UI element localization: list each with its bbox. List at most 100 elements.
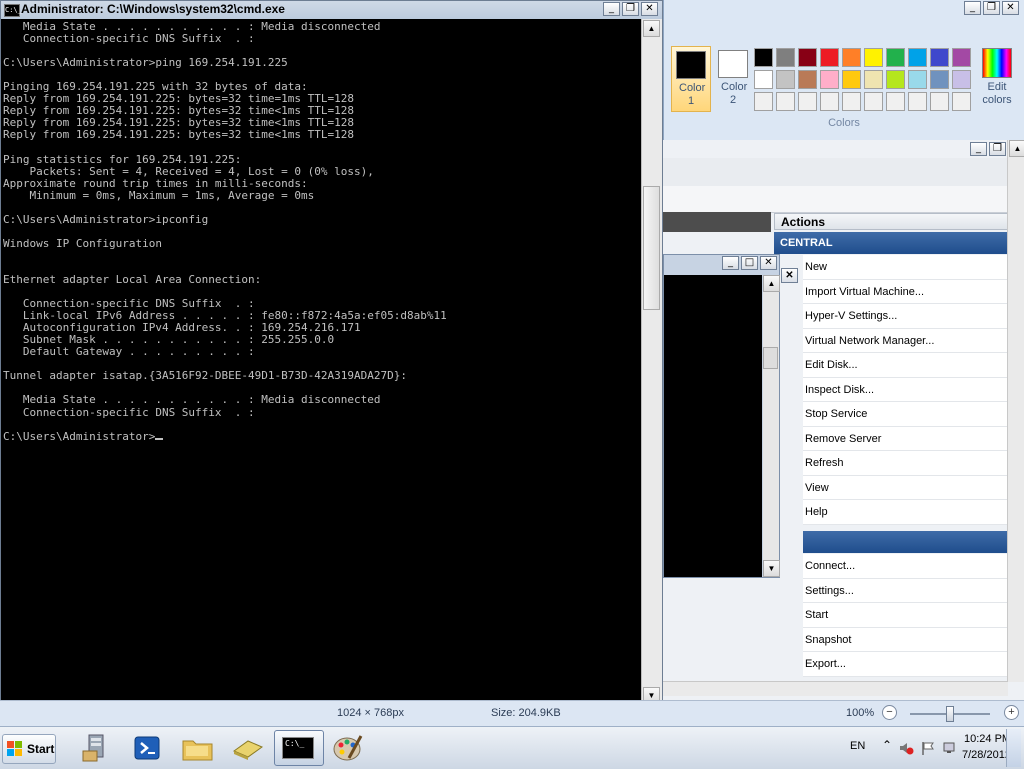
action-item[interactable]: Connect... <box>803 554 1008 579</box>
palette-swatch[interactable] <box>864 70 883 89</box>
action-item[interactable]: Hyper-V Settings... <box>803 304 1008 329</box>
action-item[interactable]: View <box>803 476 1008 500</box>
system-tray: EN ⌃ 10:24 PM 7/28/2012 <box>824 727 1024 769</box>
volume-muted-icon[interactable] <box>898 740 914 756</box>
scroll-down-button[interactable]: ▼ <box>763 560 780 577</box>
palette-swatch[interactable] <box>930 92 949 111</box>
minimize-button[interactable]: _ <box>722 256 739 270</box>
scroll-thumb[interactable] <box>643 186 660 310</box>
color2-selector[interactable]: Color 2 <box>713 46 753 112</box>
cmd-title-bar[interactable]: C:\_ Administrator: C:\Windows\system32\… <box>1 1 662 19</box>
virtual-network-taskbar-button[interactable] <box>222 730 272 766</box>
horizontal-scrollbar[interactable] <box>663 681 1008 696</box>
minimize-button[interactable]: _ <box>603 2 620 16</box>
scroll-up-button[interactable]: ▲ <box>643 20 660 37</box>
zoom-out-button[interactable]: − <box>882 705 897 720</box>
palette-swatch[interactable] <box>864 48 883 67</box>
palette-swatch[interactable] <box>908 92 927 111</box>
palette-swatch[interactable] <box>886 92 905 111</box>
palette-swatch[interactable] <box>776 70 795 89</box>
action-item[interactable]: Edit Disk... <box>803 353 1008 378</box>
scroll-up-button[interactable]: ▲ <box>763 275 780 292</box>
paint-palette-icon <box>333 735 363 761</box>
action-item[interactable]: Stop Service <box>803 402 1008 427</box>
scroll-up-button[interactable]: ▲ <box>1009 140 1024 157</box>
palette-swatch[interactable] <box>820 92 839 111</box>
show-hidden-icons-chevron-icon[interactable]: ⌃ <box>882 738 892 752</box>
palette-swatch[interactable] <box>754 70 773 89</box>
palette-swatch[interactable] <box>908 48 927 67</box>
minimize-button[interactable]: _ <box>964 1 981 15</box>
palette-swatch[interactable] <box>886 70 905 89</box>
clock-date[interactable]: 7/28/2012 <box>962 749 1011 761</box>
cmd-taskbar-button[interactable]: C:\_ <box>274 730 324 766</box>
palette-swatch[interactable] <box>842 48 861 67</box>
palette-swatch[interactable] <box>798 48 817 67</box>
action-item[interactable]: Help <box>803 500 1008 525</box>
action-item[interactable]: New <box>803 255 1008 280</box>
scroll-thumb[interactable] <box>763 347 778 369</box>
palette-swatch[interactable] <box>886 48 905 67</box>
paint-taskbar-button[interactable] <box>322 730 372 766</box>
palette-swatch[interactable] <box>952 48 971 67</box>
text-cursor <box>155 437 164 440</box>
network-status-icon[interactable] <box>942 740 958 756</box>
palette-swatch[interactable] <box>820 70 839 89</box>
maximize-button[interactable]: □ <box>741 256 758 270</box>
palette-swatch[interactable] <box>754 48 773 67</box>
server-manager-taskbar-button[interactable] <box>70 730 120 766</box>
palette-swatch[interactable] <box>820 48 839 67</box>
zoom-slider-thumb[interactable] <box>946 706 954 722</box>
windows-logo-icon <box>7 741 23 757</box>
palette-swatch[interactable] <box>864 92 883 111</box>
palette-swatch[interactable] <box>754 92 773 111</box>
action-item[interactable]: Import Virtual Machine... <box>803 280 1008 304</box>
vm-section-header[interactable] <box>803 531 1008 553</box>
close-button[interactable]: ✕ <box>641 2 658 16</box>
server-section-header[interactable]: CENTRAL <box>774 232 1008 254</box>
action-item[interactable]: Remove Server <box>803 427 1008 451</box>
action-item[interactable]: Start <box>803 603 1008 628</box>
taskbar: Start C:\_ EN ⌃ 10:24 PM 7/28/2012 <box>0 726 1024 769</box>
start-button[interactable]: Start <box>2 734 56 764</box>
close-icon[interactable]: ✕ <box>781 268 798 283</box>
vertical-scrollbar[interactable]: ▲ <box>1007 140 1024 682</box>
action-item[interactable]: Inspect Disk... <box>803 378 1008 402</box>
language-indicator[interactable]: EN <box>850 740 865 752</box>
palette-swatch[interactable] <box>952 92 971 111</box>
palette-swatch[interactable] <box>930 70 949 89</box>
action-item[interactable]: Virtual Network Manager... <box>803 329 1008 353</box>
close-button[interactable]: ✕ <box>760 256 777 270</box>
color1-selector[interactable]: Color 1 <box>671 46 711 112</box>
action-item[interactable]: Snapshot <box>803 628 1008 652</box>
action-item[interactable]: Settings... <box>803 579 1008 603</box>
palette-swatch[interactable] <box>776 48 795 67</box>
edit-colors-button[interactable]: Edit colors <box>978 46 1016 107</box>
zoom-in-button[interactable]: + <box>1004 705 1019 720</box>
cmd-vertical-scrollbar[interactable]: ▲ ▼ <box>641 19 662 706</box>
palette-swatch[interactable] <box>908 70 927 89</box>
explorer-taskbar-button[interactable] <box>172 730 222 766</box>
paint-window: _ ❐ ✕ Color 1 Color 2 Edit colors Colors <box>663 0 1024 140</box>
restore-button[interactable]: ❐ <box>622 2 639 16</box>
action-item[interactable]: Refresh <box>803 451 1008 476</box>
close-button[interactable]: ✕ <box>1002 1 1019 15</box>
palette-swatch[interactable] <box>798 70 817 89</box>
action-item[interactable]: Export... <box>803 652 1008 677</box>
palette-swatch[interactable] <box>842 92 861 111</box>
palette-swatch[interactable] <box>842 70 861 89</box>
palette-swatch[interactable] <box>930 48 949 67</box>
minimize-button[interactable]: _ <box>970 142 987 156</box>
palette-swatch[interactable] <box>776 92 795 111</box>
restore-button[interactable]: ❐ <box>989 142 1006 156</box>
show-desktop-button[interactable] <box>1006 729 1021 767</box>
action-center-flag-icon[interactable] <box>920 740 936 756</box>
powershell-taskbar-button[interactable] <box>122 730 172 766</box>
palette-swatch[interactable] <box>798 92 817 111</box>
console-output[interactable]: Media State . . . . . . . . . . . : Medi… <box>1 19 641 706</box>
restore-button[interactable]: ❐ <box>983 1 1000 15</box>
console-text: Media State . . . . . . . . . . . : Medi… <box>3 20 447 443</box>
floating-window-scrollbar[interactable]: ▲ ▼ <box>763 275 780 577</box>
palette-swatch[interactable] <box>952 70 971 89</box>
clock-time[interactable]: 10:24 PM <box>964 733 1011 745</box>
